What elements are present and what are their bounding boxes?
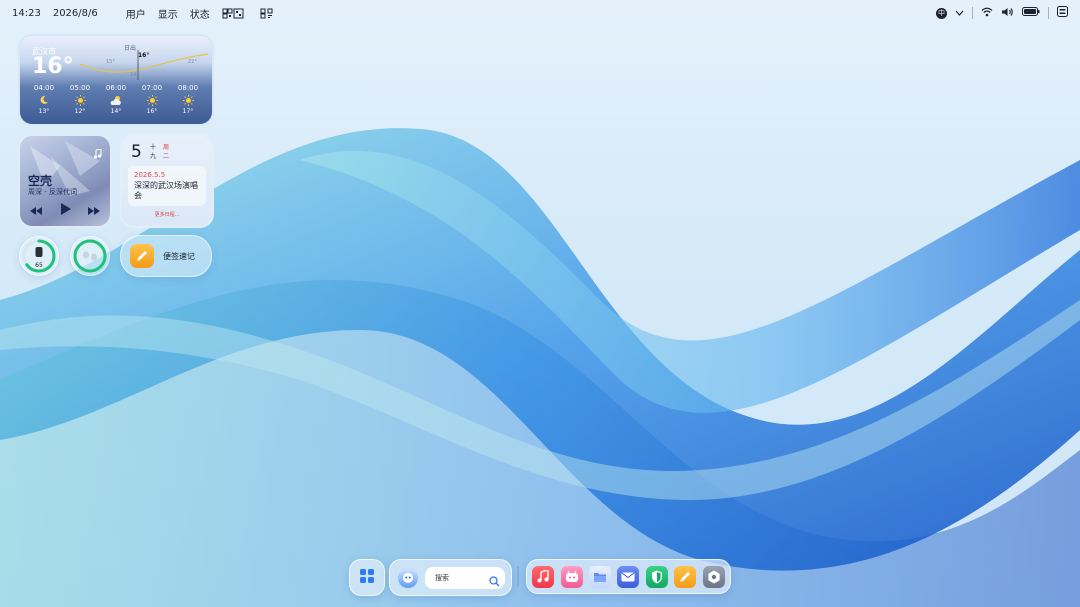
settings-app-icon[interactable]: [702, 565, 725, 588]
hour-time: 08:00: [177, 84, 199, 92]
song-artist: 周深 - 反深代词: [28, 188, 77, 196]
play-icon[interactable]: [60, 200, 71, 219]
menu-status[interactable]: 状态: [190, 6, 210, 21]
sun-icon: [134, 94, 170, 106]
dock-launcher: [349, 559, 385, 596]
curve-temp-1: 15°: [106, 59, 115, 65]
dock-apps: [526, 559, 731, 594]
watch-battery-ring: [22, 239, 56, 273]
watch-battery-widget[interactable]: 65: [19, 236, 59, 276]
hour-temp: 13°: [38, 108, 50, 115]
qr-scan-icon[interactable]: [222, 8, 244, 20]
watch-battery-value: 65: [35, 262, 43, 269]
lunar-date: 十 九: [148, 143, 158, 161]
curve-temp-2: 14°: [130, 72, 139, 78]
weather-current-temp: 16°: [32, 54, 74, 79]
chevron-down-icon[interactable]: [955, 8, 964, 19]
weekday: 周 二: [161, 143, 171, 161]
qr-code-icon[interactable]: [256, 8, 278, 20]
weekday-char: 二: [162, 153, 169, 160]
weather-widget[interactable]: 武汉市 16° 日出 16° 15° 14° 22° 04:00 13° 05:…: [18, 34, 214, 126]
hour-temp: 12°: [74, 108, 86, 115]
assistant-icon[interactable]: [398, 567, 418, 588]
hourly-item: 04:00 13°: [26, 84, 62, 115]
hour-temp: 17°: [182, 108, 194, 115]
weekday-char: 周: [162, 144, 169, 151]
temperature-curve: 15° 14° 22°: [79, 50, 209, 80]
calendar-event[interactable]: 2026.5.5 深深的武汉场演唱会: [128, 166, 206, 206]
watch-icon: [35, 247, 43, 257]
wifi-icon[interactable]: [981, 7, 993, 20]
search-placeholder: 搜索: [435, 573, 449, 582]
mail-app-icon[interactable]: [617, 565, 640, 588]
hourly-item: 07:00 16°: [134, 84, 170, 115]
hour-temp: 14°: [110, 108, 122, 115]
quick-note-widget[interactable]: 便签速记: [120, 235, 212, 277]
top-menu-bar: 14:23 2026/8/6 用户 显示 状态 中: [0, 0, 1080, 26]
hourly-item: 05:00 12°: [62, 84, 98, 115]
hour-time: 04:00: [33, 84, 55, 92]
more-events-link[interactable]: 更多日程...: [122, 211, 212, 218]
earbuds-battery-ring: [73, 239, 107, 273]
earbuds-icon: [83, 251, 97, 261]
music-widget[interactable]: 空壳 周深 - 反深代词: [18, 134, 112, 228]
music-note-icon: [93, 144, 102, 163]
search-icon[interactable]: [489, 572, 500, 591]
hour-time: 07:00: [141, 84, 163, 92]
earbuds-battery-widget[interactable]: [70, 236, 110, 276]
calendar-widget[interactable]: 5 十 九 周 二 2026.5.5 深深的武汉场演唱会 更多日程...: [120, 134, 214, 228]
moon-icon: [26, 94, 62, 106]
next-track-icon[interactable]: [88, 200, 100, 219]
app-launcher-icon[interactable]: [359, 568, 375, 588]
pencil-icon: [130, 244, 154, 268]
music-app-icon[interactable]: [532, 565, 555, 588]
playback-controls: [30, 200, 100, 219]
status-divider-2: [1048, 7, 1049, 19]
security-app-icon[interactable]: [645, 565, 668, 588]
curve-temp-3: 22°: [188, 59, 197, 65]
input-method-icon[interactable]: 中: [936, 7, 947, 19]
dock-search-group: 搜索: [389, 559, 512, 596]
lunar-char: 十: [149, 144, 156, 151]
event-title: 深深的武汉场演唱会: [134, 181, 198, 200]
files-app-icon[interactable]: [589, 565, 612, 588]
battery-icon[interactable]: [1022, 7, 1040, 19]
hour-temp: 16°: [146, 108, 158, 115]
character-app-icon[interactable]: [560, 565, 583, 588]
control-center-icon[interactable]: [1057, 6, 1068, 20]
sun-icon: [62, 94, 98, 106]
dock-search-input[interactable]: 搜索: [425, 566, 505, 591]
lunar-char: 九: [149, 153, 156, 160]
previous-track-icon[interactable]: [30, 200, 42, 219]
notes-app-icon[interactable]: [674, 565, 697, 588]
hour-time: 05:00: [69, 84, 91, 92]
menu-user[interactable]: 用户: [126, 6, 146, 21]
volume-icon[interactable]: [1001, 7, 1014, 20]
status-divider: [972, 7, 973, 19]
clock-time[interactable]: 14:23: [12, 8, 41, 19]
partly-cloudy-icon: [98, 94, 134, 106]
dock-separator: [517, 566, 519, 587]
calendar-day: 5: [131, 142, 142, 162]
hourly-forecast: 04:00 13° 05:00 12° 06:00 14° 07:00 16° …: [26, 84, 206, 115]
menu-display[interactable]: 显示: [158, 6, 178, 21]
clock-date[interactable]: 2026/8/6: [53, 8, 98, 19]
event-date: 2026.5.5: [134, 171, 166, 179]
quick-note-label: 便签速记: [163, 251, 195, 261]
hourly-item: 08:00 17°: [170, 84, 206, 115]
hourly-item: 06:00 14°: [98, 84, 134, 115]
hour-time: 06:00: [105, 84, 127, 92]
sun-icon: [170, 94, 206, 106]
